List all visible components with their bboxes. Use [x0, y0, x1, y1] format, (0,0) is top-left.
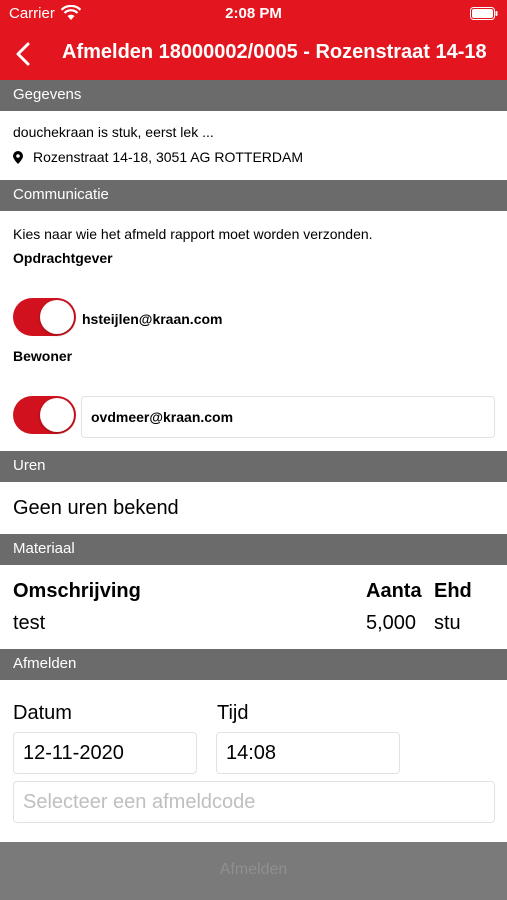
section-header-uren: Uren: [0, 451, 507, 482]
uren-text: Geen uren bekend: [13, 497, 179, 519]
column-header-omschrijving: Omschrijving: [13, 580, 141, 602]
tijd-field[interactable]: 14:08: [216, 732, 400, 774]
job-address: Rozenstraat 14-18, 3051 AG ROTTERDAM: [33, 149, 303, 165]
opdrachtgever-toggle[interactable]: [13, 298, 76, 336]
tijd-label: Tijd: [217, 702, 249, 724]
afmelden-submit-button[interactable]: Afmelden: [0, 842, 507, 900]
datum-label: Datum: [13, 702, 72, 724]
material-omschrijving: test: [13, 612, 46, 634]
navigation-bar: Afmelden 18000002/0005 - Rozenstraat 14-…: [0, 28, 507, 80]
section-header-afmelden: Afmelden: [0, 649, 507, 680]
bewoner-label: Bewoner: [13, 348, 73, 364]
opdrachtgever-email: hsteijlen@kraan.com: [82, 311, 223, 327]
column-header-eenheid: Ehd: [434, 580, 472, 602]
bewoner-toggle[interactable]: [13, 396, 76, 434]
page-title: Afmelden 18000002/0005 - Rozenstraat 14-…: [62, 41, 487, 63]
location-pin-icon: [13, 151, 23, 164]
job-description: douchekraan is stuk, eerst lek ...: [13, 124, 214, 140]
battery-icon: [470, 7, 498, 20]
column-header-aantal: Aanta: [366, 580, 422, 602]
material-aantal: 5,000: [366, 612, 417, 634]
opdrachtgever-label: Opdrachtgever: [13, 250, 113, 266]
section-header-communicatie: Communicatie: [0, 180, 507, 211]
clock: 2:08 PM: [225, 5, 282, 22]
status-bar: Carrier 2:08 PM: [0, 0, 507, 28]
bewoner-email-field[interactable]: ovdmeer@kraan.com: [81, 396, 495, 438]
toggle-knob: [40, 300, 74, 334]
material-eenheid: stu: [434, 612, 461, 634]
toggle-knob: [40, 398, 74, 432]
section-header-materiaal: Materiaal: [0, 534, 507, 565]
section-header-gegevens: Gegevens: [0, 80, 507, 111]
back-chevron-icon[interactable]: [10, 40, 38, 68]
datum-field[interactable]: 12-11-2020: [13, 732, 197, 774]
afmeldcode-select[interactable]: Selecteer een afmeldcode: [13, 781, 495, 823]
communicatie-instruction: Kies naar wie het afmeld rapport moet wo…: [13, 226, 373, 242]
